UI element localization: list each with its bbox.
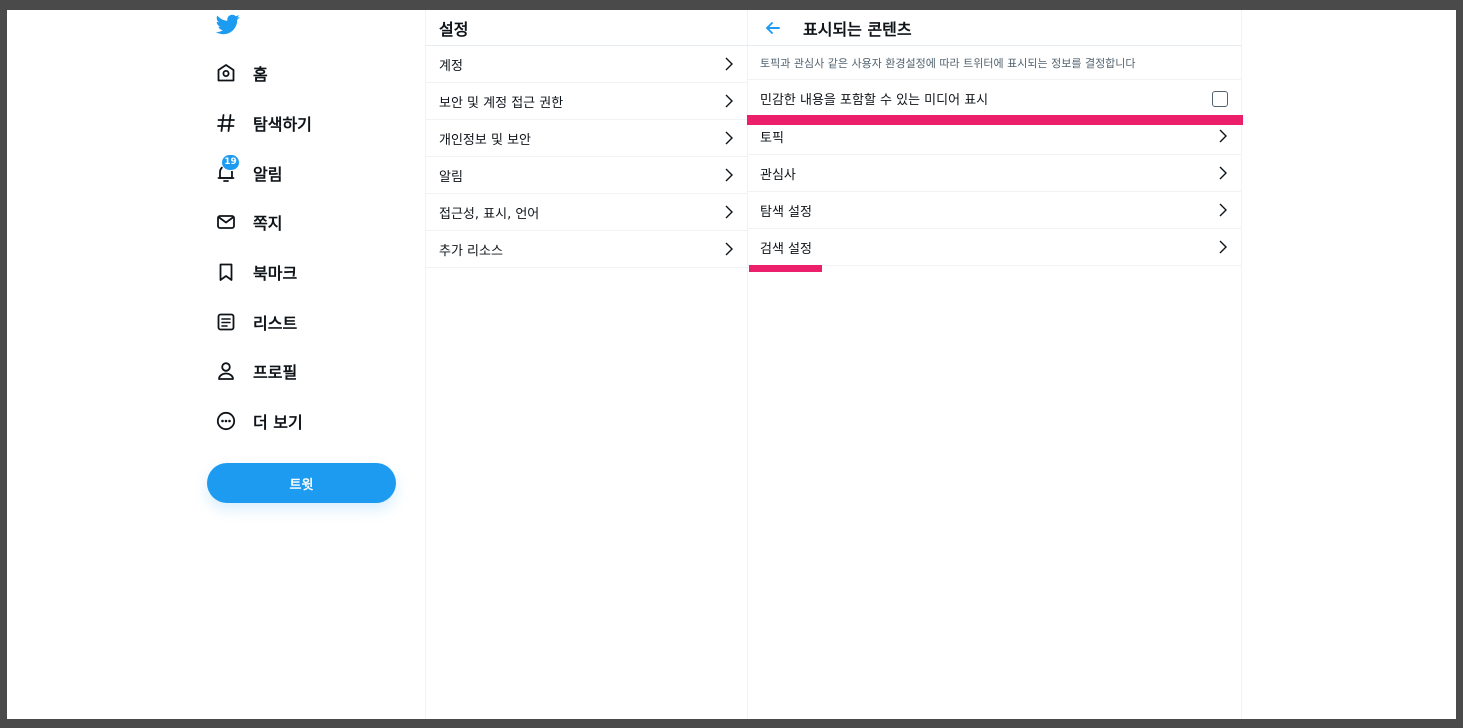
content-title: 표시되는 콘텐츠 bbox=[803, 19, 912, 39]
tweet-button[interactable]: 트윗 bbox=[207, 463, 396, 503]
highlight-underline-sensitive-media bbox=[747, 115, 1243, 125]
content-item-explore-settings[interactable]: 탐색 설정 bbox=[747, 192, 1241, 229]
content-item-label: 관심사 bbox=[760, 167, 796, 183]
more-icon bbox=[216, 411, 236, 431]
content-item-label: 검색 설정 bbox=[760, 241, 812, 257]
hashtag-icon bbox=[216, 113, 236, 133]
bookmark-icon bbox=[216, 262, 236, 282]
settings-header: 설정 bbox=[426, 10, 747, 46]
nav-label-lists: 리스트 bbox=[253, 314, 298, 333]
nav-label-bookmarks: 북마크 bbox=[253, 264, 298, 283]
nav-label-more: 더 보기 bbox=[253, 413, 303, 432]
chevron-right-icon bbox=[725, 131, 733, 145]
settings-item-label: 추가 리소스 bbox=[439, 243, 503, 259]
settings-item-account[interactable]: 계정 bbox=[426, 46, 747, 83]
nav-label-notifications: 알림 bbox=[253, 165, 283, 184]
nav-item-bookmarks[interactable]: 북마크 bbox=[216, 257, 297, 287]
settings-title: 설정 bbox=[439, 19, 469, 39]
chevron-right-icon bbox=[725, 168, 733, 182]
app-frame: 홈 탐색하기 19 알림 쪽지 북마크 리스트 프로필 더 보기 트윗 설정 계… bbox=[7, 10, 1456, 719]
notification-badge: 19 bbox=[221, 154, 240, 171]
settings-item-accessibility[interactable]: 접근성, 표시, 언어 bbox=[426, 194, 747, 231]
list-icon bbox=[216, 312, 236, 332]
nav-item-lists[interactable]: 리스트 bbox=[216, 307, 297, 337]
back-arrow-icon[interactable] bbox=[764, 19, 782, 37]
settings-item-label: 알림 bbox=[439, 169, 463, 185]
bell-icon: 19 bbox=[216, 154, 240, 183]
settings-item-resources[interactable]: 추가 리소스 bbox=[426, 231, 747, 268]
content-column: 표시되는 콘텐츠 토픽과 관심사 같은 사용자 환경설정에 따라 트위터에 표시… bbox=[747, 10, 1243, 719]
nav-label-explore: 탐색하기 bbox=[253, 115, 312, 134]
nav-label-profile: 프로필 bbox=[253, 363, 298, 382]
chevron-right-icon bbox=[725, 94, 733, 108]
chevron-right-icon bbox=[1219, 129, 1227, 143]
nav-item-more[interactable]: 더 보기 bbox=[216, 406, 303, 436]
sidebar-nav: 홈 탐색하기 19 알림 쪽지 북마크 리스트 프로필 더 보기 트윗 bbox=[207, 10, 425, 719]
content-header: 표시되는 콘텐츠 bbox=[747, 10, 1241, 46]
content-item-search-settings[interactable]: 검색 설정 bbox=[747, 229, 1241, 266]
sensitive-media-label: 민감한 내용을 포함할 수 있는 미디어 표시 bbox=[760, 93, 989, 108]
chevron-right-icon bbox=[725, 205, 733, 219]
nav-item-profile[interactable]: 프로필 bbox=[216, 356, 297, 386]
settings-column: 설정 계정 보안 및 계정 접근 권한 개인정보 및 보안 알림 접근성, 표시… bbox=[425, 10, 748, 719]
chevron-right-icon bbox=[1219, 240, 1227, 254]
highlight-underline-search-settings bbox=[749, 265, 822, 272]
content-description: 토픽과 관심사 같은 사용자 환경설정에 따라 트위터에 표시되는 정보를 결정… bbox=[747, 46, 1241, 80]
settings-item-label: 개인정보 및 보안 bbox=[439, 132, 531, 148]
nav-item-home[interactable]: 홈 bbox=[216, 58, 268, 88]
chevron-right-icon bbox=[725, 57, 733, 71]
nav-item-notifications[interactable]: 19 알림 bbox=[216, 154, 283, 188]
content-item-label: 탐색 설정 bbox=[760, 204, 812, 220]
chevron-right-icon bbox=[1219, 203, 1227, 217]
nav-item-messages[interactable]: 쪽지 bbox=[216, 207, 282, 237]
nav-label-messages: 쪽지 bbox=[253, 214, 283, 233]
settings-item-label: 보안 및 계정 접근 권한 bbox=[439, 95, 564, 111]
chevron-right-icon bbox=[1219, 166, 1227, 180]
nav-item-explore[interactable]: 탐색하기 bbox=[216, 108, 312, 138]
settings-item-label: 계정 bbox=[439, 58, 463, 74]
content-item-label: 토픽 bbox=[760, 130, 784, 146]
mail-icon bbox=[216, 212, 236, 232]
nav-label-home: 홈 bbox=[253, 65, 268, 84]
settings-item-notifications[interactable]: 알림 bbox=[426, 157, 747, 194]
sensitive-media-row[interactable]: 민감한 내용을 포함할 수 있는 미디어 표시 bbox=[747, 80, 1241, 118]
chevron-right-icon bbox=[725, 242, 733, 256]
settings-item-privacy[interactable]: 개인정보 및 보안 bbox=[426, 120, 747, 157]
home-icon bbox=[216, 63, 236, 83]
settings-item-security[interactable]: 보안 및 계정 접근 권한 bbox=[426, 83, 747, 120]
profile-icon bbox=[216, 361, 236, 381]
content-item-interests[interactable]: 관심사 bbox=[747, 155, 1241, 192]
twitter-bird-icon[interactable] bbox=[216, 12, 240, 36]
sensitive-media-checkbox[interactable] bbox=[1212, 90, 1228, 107]
settings-item-label: 접근성, 표시, 언어 bbox=[439, 206, 540, 222]
